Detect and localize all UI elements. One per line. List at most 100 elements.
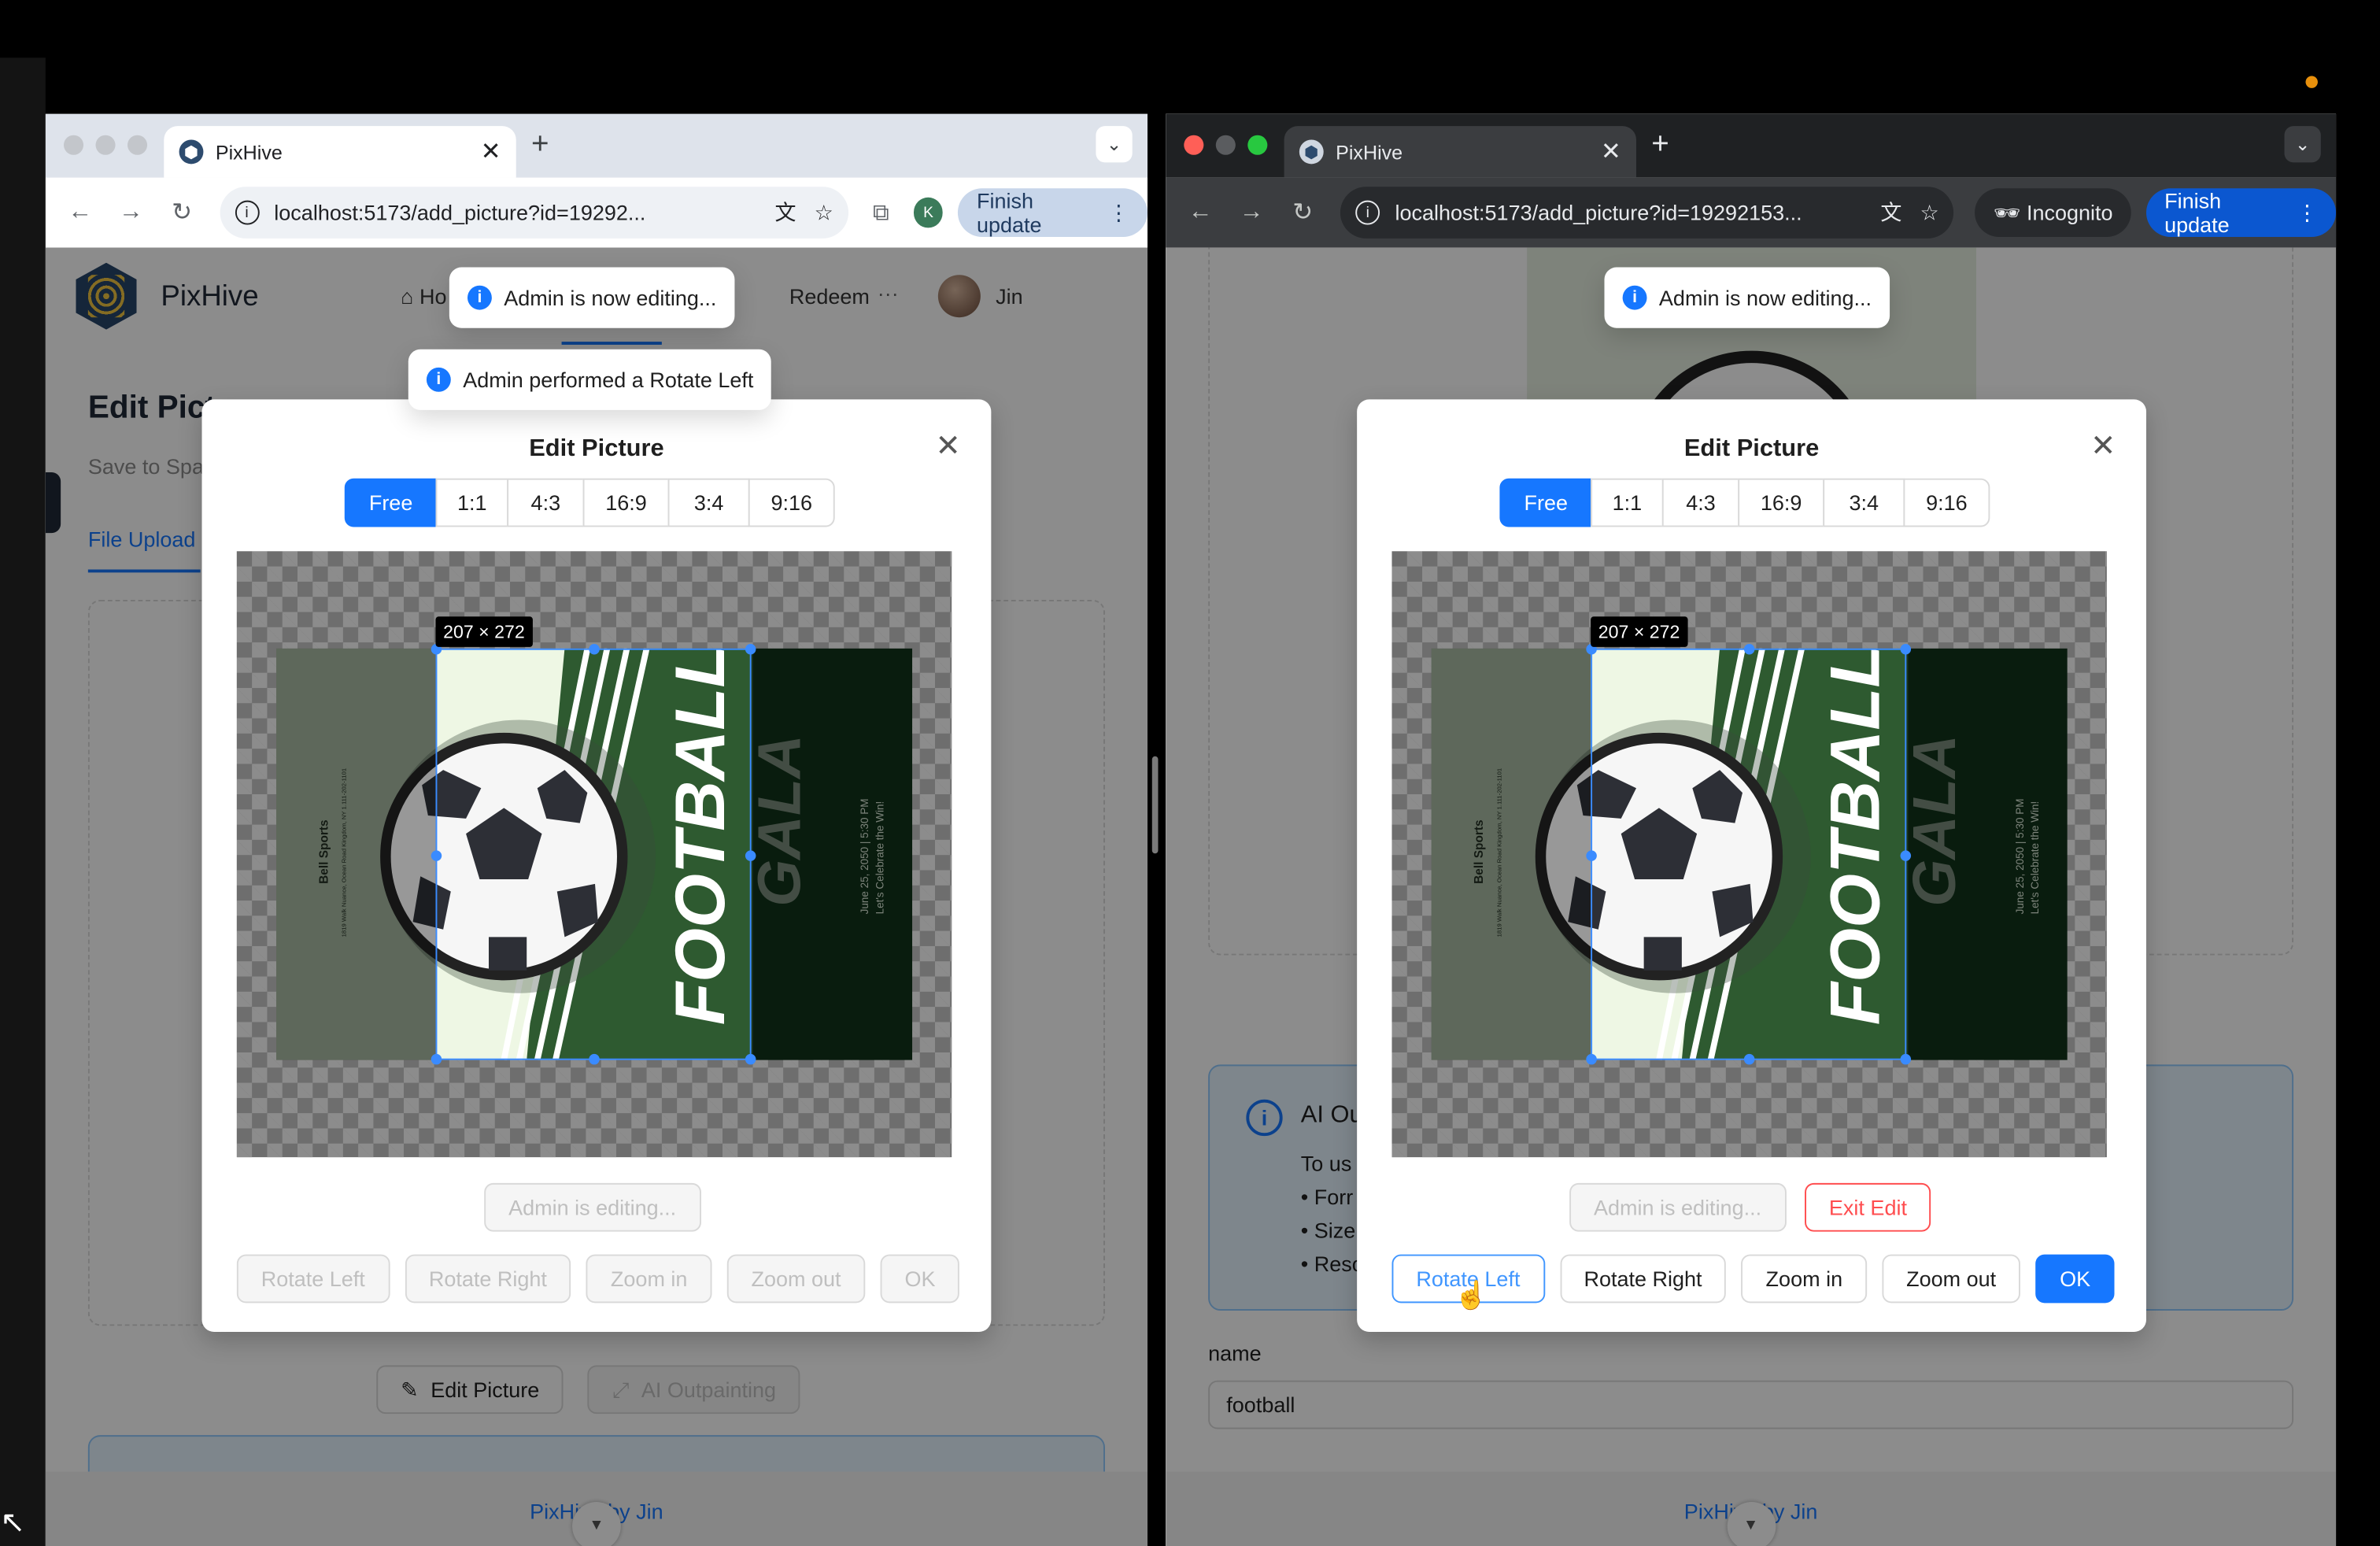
finish-update-button[interactable]: Finish update ⋮ <box>958 188 1148 237</box>
close-window-button[interactable] <box>1184 135 1204 155</box>
ratio-9-16[interactable]: 9:16 <box>748 478 835 527</box>
ratio-free[interactable]: Free <box>1499 478 1593 527</box>
window-controls <box>63 135 148 155</box>
extensions-icon[interactable]: ⧉ <box>873 200 889 226</box>
crop-selection[interactable] <box>1586 644 1912 1065</box>
crop-canvas[interactable]: FOOTBALL GALA June 25, 2050 | 5:30 PM Le… <box>1391 551 2107 1158</box>
zoom-in-button[interactable]: Zoom in <box>1741 1254 1867 1304</box>
mouse-pointer-icon: ↖ <box>0 1506 26 1540</box>
crop-handle-tr[interactable] <box>745 644 756 655</box>
browser-tab[interactable]: ⬢ PixHive ✕ <box>164 126 516 178</box>
crop-canvas[interactable]: FOOTBALL GALA June 25, 2050 | 5:30 PM Le… <box>236 551 952 1158</box>
new-tab-icon[interactable]: + <box>1651 128 1669 162</box>
ok-button[interactable]: OK <box>2035 1254 2116 1304</box>
modal-title: Edit Picture <box>1683 435 1820 462</box>
reload-icon[interactable]: ↻ <box>1277 198 1329 228</box>
info-icon: i <box>426 367 451 392</box>
site-info-icon[interactable]: i <box>235 200 260 225</box>
crop-dim-left <box>275 648 436 1060</box>
tab-bar: ⬢ PixHive ✕ + ⌄ <box>45 113 1148 178</box>
modal-actions: Rotate Left Rotate Right Zoom in Zoom ou… <box>236 1254 960 1304</box>
back-icon[interactable]: ← <box>54 199 105 227</box>
minimize-window-button[interactable] <box>1215 135 1236 155</box>
ratio-16-9[interactable]: 16:9 <box>1738 478 1825 527</box>
crop-handle-br[interactable] <box>1900 1053 1912 1065</box>
modal-title: Edit Picture <box>529 435 664 462</box>
ratio-16-9[interactable]: 16:9 <box>582 478 670 527</box>
browser-tab[interactable]: ⬢ PixHive ✕ <box>1284 126 1636 178</box>
rotate-left-button[interactable]: Rotate Left <box>236 1254 390 1304</box>
address-bar[interactable]: i localhost:5173/add_picture?id=19292...… <box>219 187 849 239</box>
tab-search-chevron-icon[interactable]: ⌄ <box>1096 126 1133 163</box>
forward-icon[interactable]: → <box>1226 199 1277 227</box>
crop-handle-r[interactable] <box>745 850 756 861</box>
incognito-icon: 🕶 <box>1994 199 2021 224</box>
crop-handle-t[interactable] <box>589 644 600 655</box>
admin-editing-status-button: Admin is editing... <box>1569 1182 1786 1232</box>
page-viewport: i AI Ou To us • Forr • Size • Reso name … <box>1166 247 2337 1546</box>
admin-editing-status-button: Admin is editing... <box>484 1182 701 1232</box>
tab-search-chevron-icon[interactable]: ⌄ <box>2284 126 2321 163</box>
finish-update-label: Finish update <box>976 188 1042 237</box>
crop-handle-tr[interactable] <box>1900 644 1912 655</box>
crop-selection[interactable] <box>431 644 756 1065</box>
crop-handle-b[interactable] <box>589 1053 600 1065</box>
crop-handle-l[interactable] <box>431 850 442 861</box>
browser-toolbar: ← → ↻ i localhost:5173/add_picture?id=19… <box>45 177 1148 248</box>
info-icon: i <box>467 285 492 310</box>
new-tab-icon[interactable]: + <box>531 128 549 162</box>
forward-icon[interactable]: → <box>105 199 157 227</box>
minimize-window-button[interactable] <box>95 135 116 155</box>
ratio-9-16[interactable]: 9:16 <box>1903 478 1990 527</box>
zoom-out-button[interactable]: Zoom out <box>1882 1254 2021 1304</box>
zoom-window-button[interactable] <box>1247 135 1268 155</box>
bookmark-star-icon[interactable]: ☆ <box>1920 200 1938 226</box>
close-icon[interactable]: ✕ <box>2090 427 2116 464</box>
finish-update-button[interactable]: Finish update ⋮ <box>2145 188 2337 237</box>
translate-icon[interactable]: 文 <box>1880 198 1901 228</box>
bookmark-star-icon[interactable]: ☆ <box>815 200 833 226</box>
crop-handle-b[interactable] <box>1743 1053 1755 1065</box>
ok-button[interactable]: OK <box>880 1254 960 1304</box>
ratio-1-1[interactable]: 1:1 <box>435 478 509 527</box>
crop-handle-t[interactable] <box>1743 644 1755 655</box>
close-tab-icon[interactable]: ✕ <box>1601 137 1621 168</box>
ratio-3-4[interactable]: 3:4 <box>667 478 750 527</box>
site-info-icon[interactable]: i <box>1355 200 1380 225</box>
close-tab-icon[interactable]: ✕ <box>481 137 501 168</box>
zoom-in-button[interactable]: Zoom in <box>586 1254 712 1304</box>
ratio-4-3[interactable]: 4:3 <box>1661 478 1740 527</box>
exit-edit-button[interactable]: Exit Edit <box>1805 1182 1931 1232</box>
close-window-button[interactable] <box>63 135 84 155</box>
ratio-4-3[interactable]: 4:3 <box>507 478 585 527</box>
zoom-window-button[interactable] <box>127 135 148 155</box>
url-text: localhost:5173/add_picture?id=19292153..… <box>1395 200 1802 225</box>
browser-window-right-incognito: ⬢ PixHive ✕ + ⌄ ← → ↻ i localhost:5173/a… <box>1166 113 2337 1546</box>
close-icon[interactable]: ✕ <box>935 427 960 464</box>
reload-icon[interactable]: ↻ <box>157 198 208 228</box>
incognito-indicator[interactable]: 🕶 Incognito <box>1975 188 2131 237</box>
profile-avatar[interactable]: K <box>913 197 944 228</box>
toast-text: Admin is now editing... <box>1658 285 1872 310</box>
ratio-3-4[interactable]: 3:4 <box>1823 478 1905 527</box>
address-bar[interactable]: i localhost:5173/add_picture?id=19292153… <box>1340 187 1955 239</box>
ratio-1-1[interactable]: 1:1 <box>1591 478 1664 527</box>
crop-handle-r[interactable] <box>1900 850 1912 861</box>
split-view-divider[interactable] <box>1151 756 1159 854</box>
finish-update-label: Finish update <box>2164 188 2230 237</box>
ratio-free[interactable]: Free <box>344 478 438 527</box>
back-icon[interactable]: ← <box>1175 199 1226 227</box>
crop-handle-br[interactable] <box>745 1053 756 1065</box>
rotate-right-button[interactable]: Rotate Right <box>1559 1254 1727 1304</box>
crop-handle-bl[interactable] <box>1586 1053 1597 1065</box>
toast-text: Admin is now editing... <box>504 285 717 310</box>
crop-handle-bl[interactable] <box>431 1053 442 1065</box>
crop-handle-l[interactable] <box>1586 850 1597 861</box>
rotate-right-button[interactable]: Rotate Right <box>404 1254 571 1304</box>
tab-title: PixHive <box>1336 140 1403 164</box>
edit-picture-modal: Edit Picture ✕ Free 1:1 4:3 16:9 3:4 9:1… <box>201 399 992 1332</box>
translate-icon[interactable]: 文 <box>774 198 796 228</box>
crop-dim-right <box>1906 648 2068 1060</box>
zoom-out-button[interactable]: Zoom out <box>726 1254 866 1304</box>
crop-size-label: 207 × 272 <box>435 616 533 647</box>
